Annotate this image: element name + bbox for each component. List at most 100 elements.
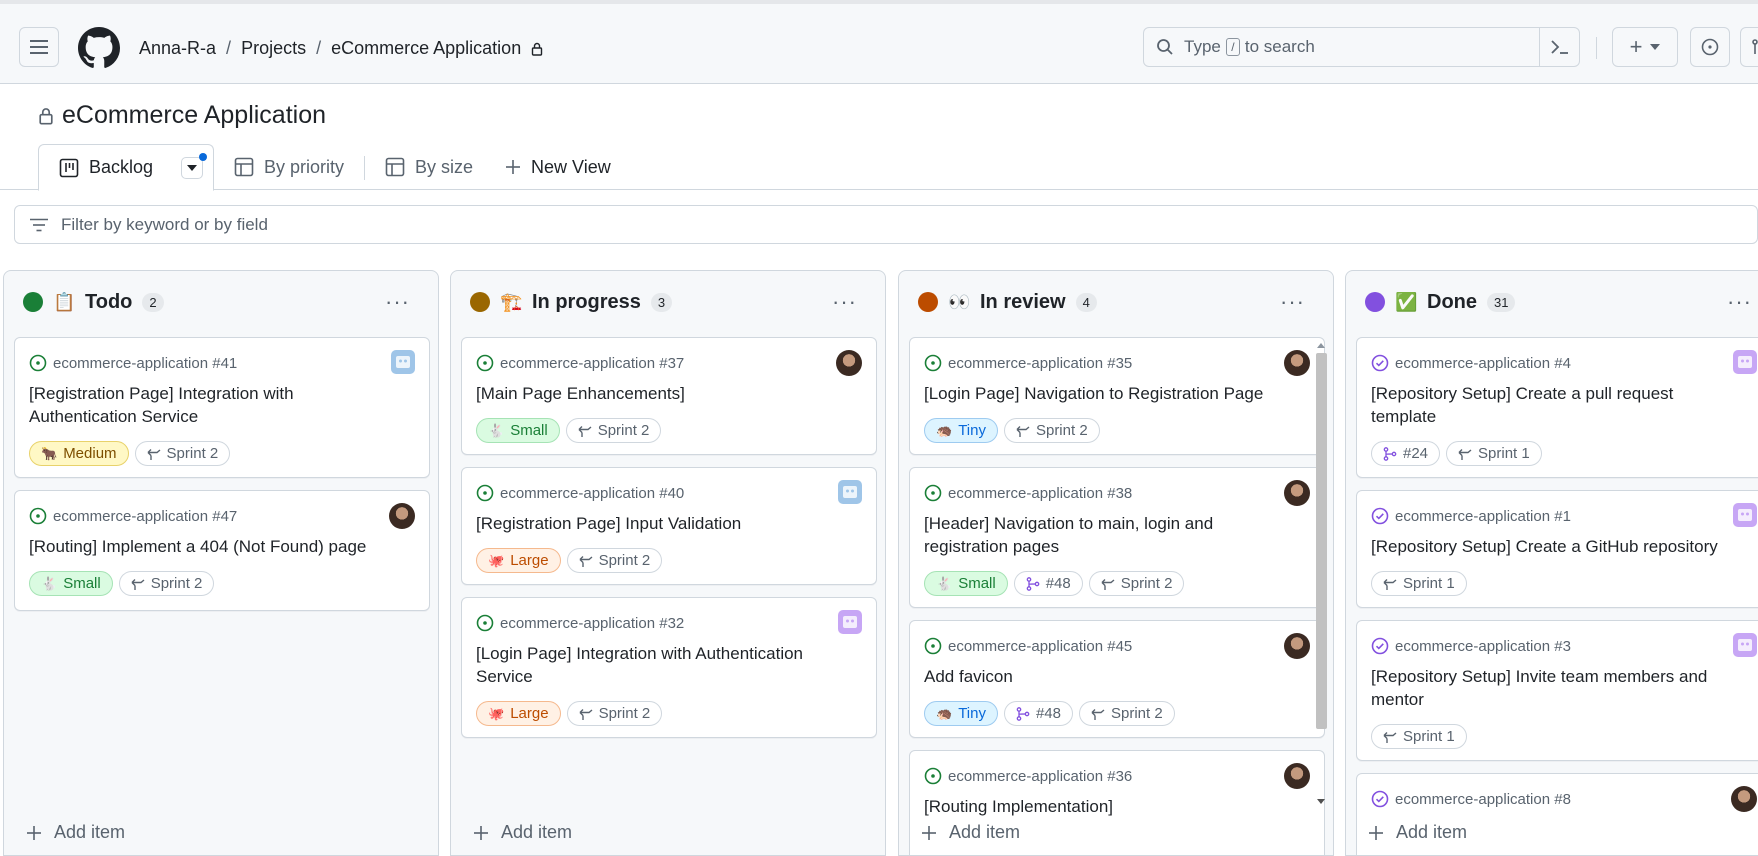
column-menu-button[interactable]: ··· [1727,289,1752,315]
card-field-text: Sprint 2 [1111,705,1163,722]
tab-divider [364,156,365,180]
project-card[interactable]: ecommerce-application #35 [Login Page] Na… [909,337,1325,455]
project-card[interactable]: ecommerce-application #1 [Repository Setu… [1356,490,1758,608]
bot-icon [1738,356,1752,368]
project-card[interactable]: ecommerce-application #3 [Repository Setu… [1356,620,1758,761]
assignee-avatar[interactable] [389,503,415,529]
project-card[interactable]: ecommerce-application #8 [1356,773,1758,855]
card-field-sprint[interactable]: Sprint 1 [1371,724,1467,749]
card-field-sprint[interactable]: Sprint 2 [565,418,662,443]
card-field-pr[interactable]: #24 [1371,441,1441,466]
breadcrumb-projects[interactable]: Projects [241,38,306,59]
card-title[interactable]: [Repository Setup] Create a GitHub repos… [1371,535,1741,558]
card-title[interactable]: [Registration Page] Integration with Aut… [29,382,399,428]
breadcrumb-owner[interactable]: Anna-R-a [139,38,216,59]
column-color-dot [1365,292,1385,312]
tab-by-size[interactable]: By size [385,144,473,190]
assignee-avatar[interactable] [836,350,862,376]
column-scrollbar[interactable] [1315,337,1327,807]
search-input[interactable]: Type / to search [1143,27,1580,67]
card-field-sprint[interactable]: Sprint 2 [566,701,663,726]
card-field-sprint[interactable]: Sprint 2 [1003,418,1100,443]
breadcrumb-separator: / [226,38,232,58]
card-field-pr[interactable]: #48 [1013,571,1083,596]
card-field-sprint[interactable]: Sprint 2 [1079,701,1175,726]
card-field-small[interactable]: 🐇 Small [476,418,560,443]
card-title[interactable]: [Main Page Enhancements] [476,382,846,405]
project-card[interactable]: ecommerce-application #32 [Login Page] In… [461,597,877,738]
assignee-bot-avatar[interactable] [1733,633,1757,657]
project-card[interactable]: ecommerce-application #40 [Registration P… [461,467,877,585]
card-field-sprint[interactable]: Sprint 2 [566,548,663,573]
card-field-text: Sprint 1 [1403,728,1455,745]
add-item-button[interactable]: Add item [1368,822,1467,843]
assignee-avatar[interactable] [1731,786,1757,812]
tab-by-priority[interactable]: By priority [234,144,344,190]
card-field-large[interactable]: 🐙 Large [476,548,561,573]
project-card[interactable]: ecommerce-application #47 [Routing] Imple… [14,490,430,611]
tab-backlog[interactable]: Backlog [38,144,214,191]
card-title[interactable]: [Routing Implementation] [924,795,1294,818]
card-field-tiny[interactable]: 🦔 Tiny [924,418,998,443]
column-menu-button[interactable]: ··· [832,289,857,315]
assignee-bot-avatar[interactable] [838,480,862,504]
pull-requests-button[interactable] [1740,27,1758,67]
card-field-small[interactable]: 🐇 Small [924,571,1008,596]
scroll-up-arrow-icon[interactable] [1315,340,1327,350]
card-title[interactable]: [Repository Setup] Create a pull request… [1371,382,1741,428]
assignee-bot-avatar[interactable] [1733,350,1757,374]
project-card[interactable]: ecommerce-application #41 [Registration P… [14,337,430,478]
card-title[interactable]: [Routing] Implement a 404 (Not Found) pa… [29,535,399,558]
card-title[interactable]: Add favicon [924,665,1294,688]
card-field-sprint[interactable]: Sprint 1 [1446,441,1542,466]
card-field-large[interactable]: 🐙 Large [476,701,561,726]
scrollbar-thumb[interactable] [1316,353,1327,729]
issues-button[interactable] [1690,27,1730,67]
hamburger-menu-button[interactable] [19,27,59,67]
card-field-medium[interactable]: 🐂 Medium [29,441,129,466]
card-title[interactable]: [Header] Navigation to main, login and r… [924,512,1294,558]
card-field-sprint[interactable]: Sprint 2 [134,441,231,466]
github-logo-icon[interactable] [78,27,120,69]
add-item-label: Add item [1396,822,1468,842]
assignee-avatar[interactable] [1284,763,1310,789]
column-menu-button[interactable]: ··· [1280,289,1305,315]
create-new-button[interactable]: + [1612,27,1678,67]
add-item-button[interactable]: Add item [473,822,572,843]
filter-input[interactable]: Filter by keyword or by field [14,205,1758,244]
breadcrumb-project[interactable]: eCommerce Application [331,38,521,59]
card-field-sprint[interactable]: Sprint 2 [1088,571,1185,596]
plus-icon [27,825,41,840]
card-repo-text: ecommerce-application #45 [948,637,1133,655]
column-header: 👀 In review 4 ··· [899,271,1333,333]
project-card[interactable]: ecommerce-application #37 [Main Page Enha… [461,337,877,455]
add-item-button[interactable]: Add item [26,822,125,843]
add-item-button[interactable]: Add item [921,822,1020,843]
card-field-pr[interactable]: #48 [1003,701,1073,726]
card-title[interactable]: [Repository Setup] Invite team members a… [1371,665,1741,711]
card-field-sprint[interactable]: Sprint 1 [1371,571,1467,596]
new-view-button[interactable]: New View [505,144,611,190]
card-field-tiny[interactable]: 🦔 Tiny [924,701,998,726]
issue-closed-icon [1371,637,1389,655]
card-title[interactable]: [Login Page] Integration with Authentica… [476,642,846,688]
assignee-avatar[interactable] [1284,350,1310,376]
project-card[interactable]: ecommerce-application #38 [Header] Naviga… [909,467,1325,608]
assignee-bot-avatar[interactable] [1733,503,1757,527]
card-title[interactable]: [Registration Page] Input Validation [476,512,846,535]
command-palette-button[interactable] [1539,28,1579,66]
card-field-sprint[interactable]: Sprint 2 [118,571,215,596]
project-card[interactable]: ecommerce-application #45 Add favicon 🦔 Tin… [909,620,1325,738]
project-card[interactable]: ecommerce-application #4 [Repository Setu… [1356,337,1758,478]
assignee-avatar[interactable] [1284,633,1310,659]
scroll-down-arrow-icon[interactable] [1315,797,1327,807]
card-repo-text: ecommerce-application #1 [1395,507,1571,525]
assignee-bot-avatar[interactable] [838,610,862,634]
column-menu-button[interactable]: ··· [385,289,410,315]
card-title[interactable]: [Login Page] Navigation to Registration … [924,382,1294,405]
issue-open-icon [476,354,494,372]
assignee-bot-avatar[interactable] [391,350,415,374]
card-field-small[interactable]: 🐇 Small [29,571,113,596]
assignee-avatar[interactable] [1284,480,1310,506]
view-options-button[interactable] [181,152,208,179]
